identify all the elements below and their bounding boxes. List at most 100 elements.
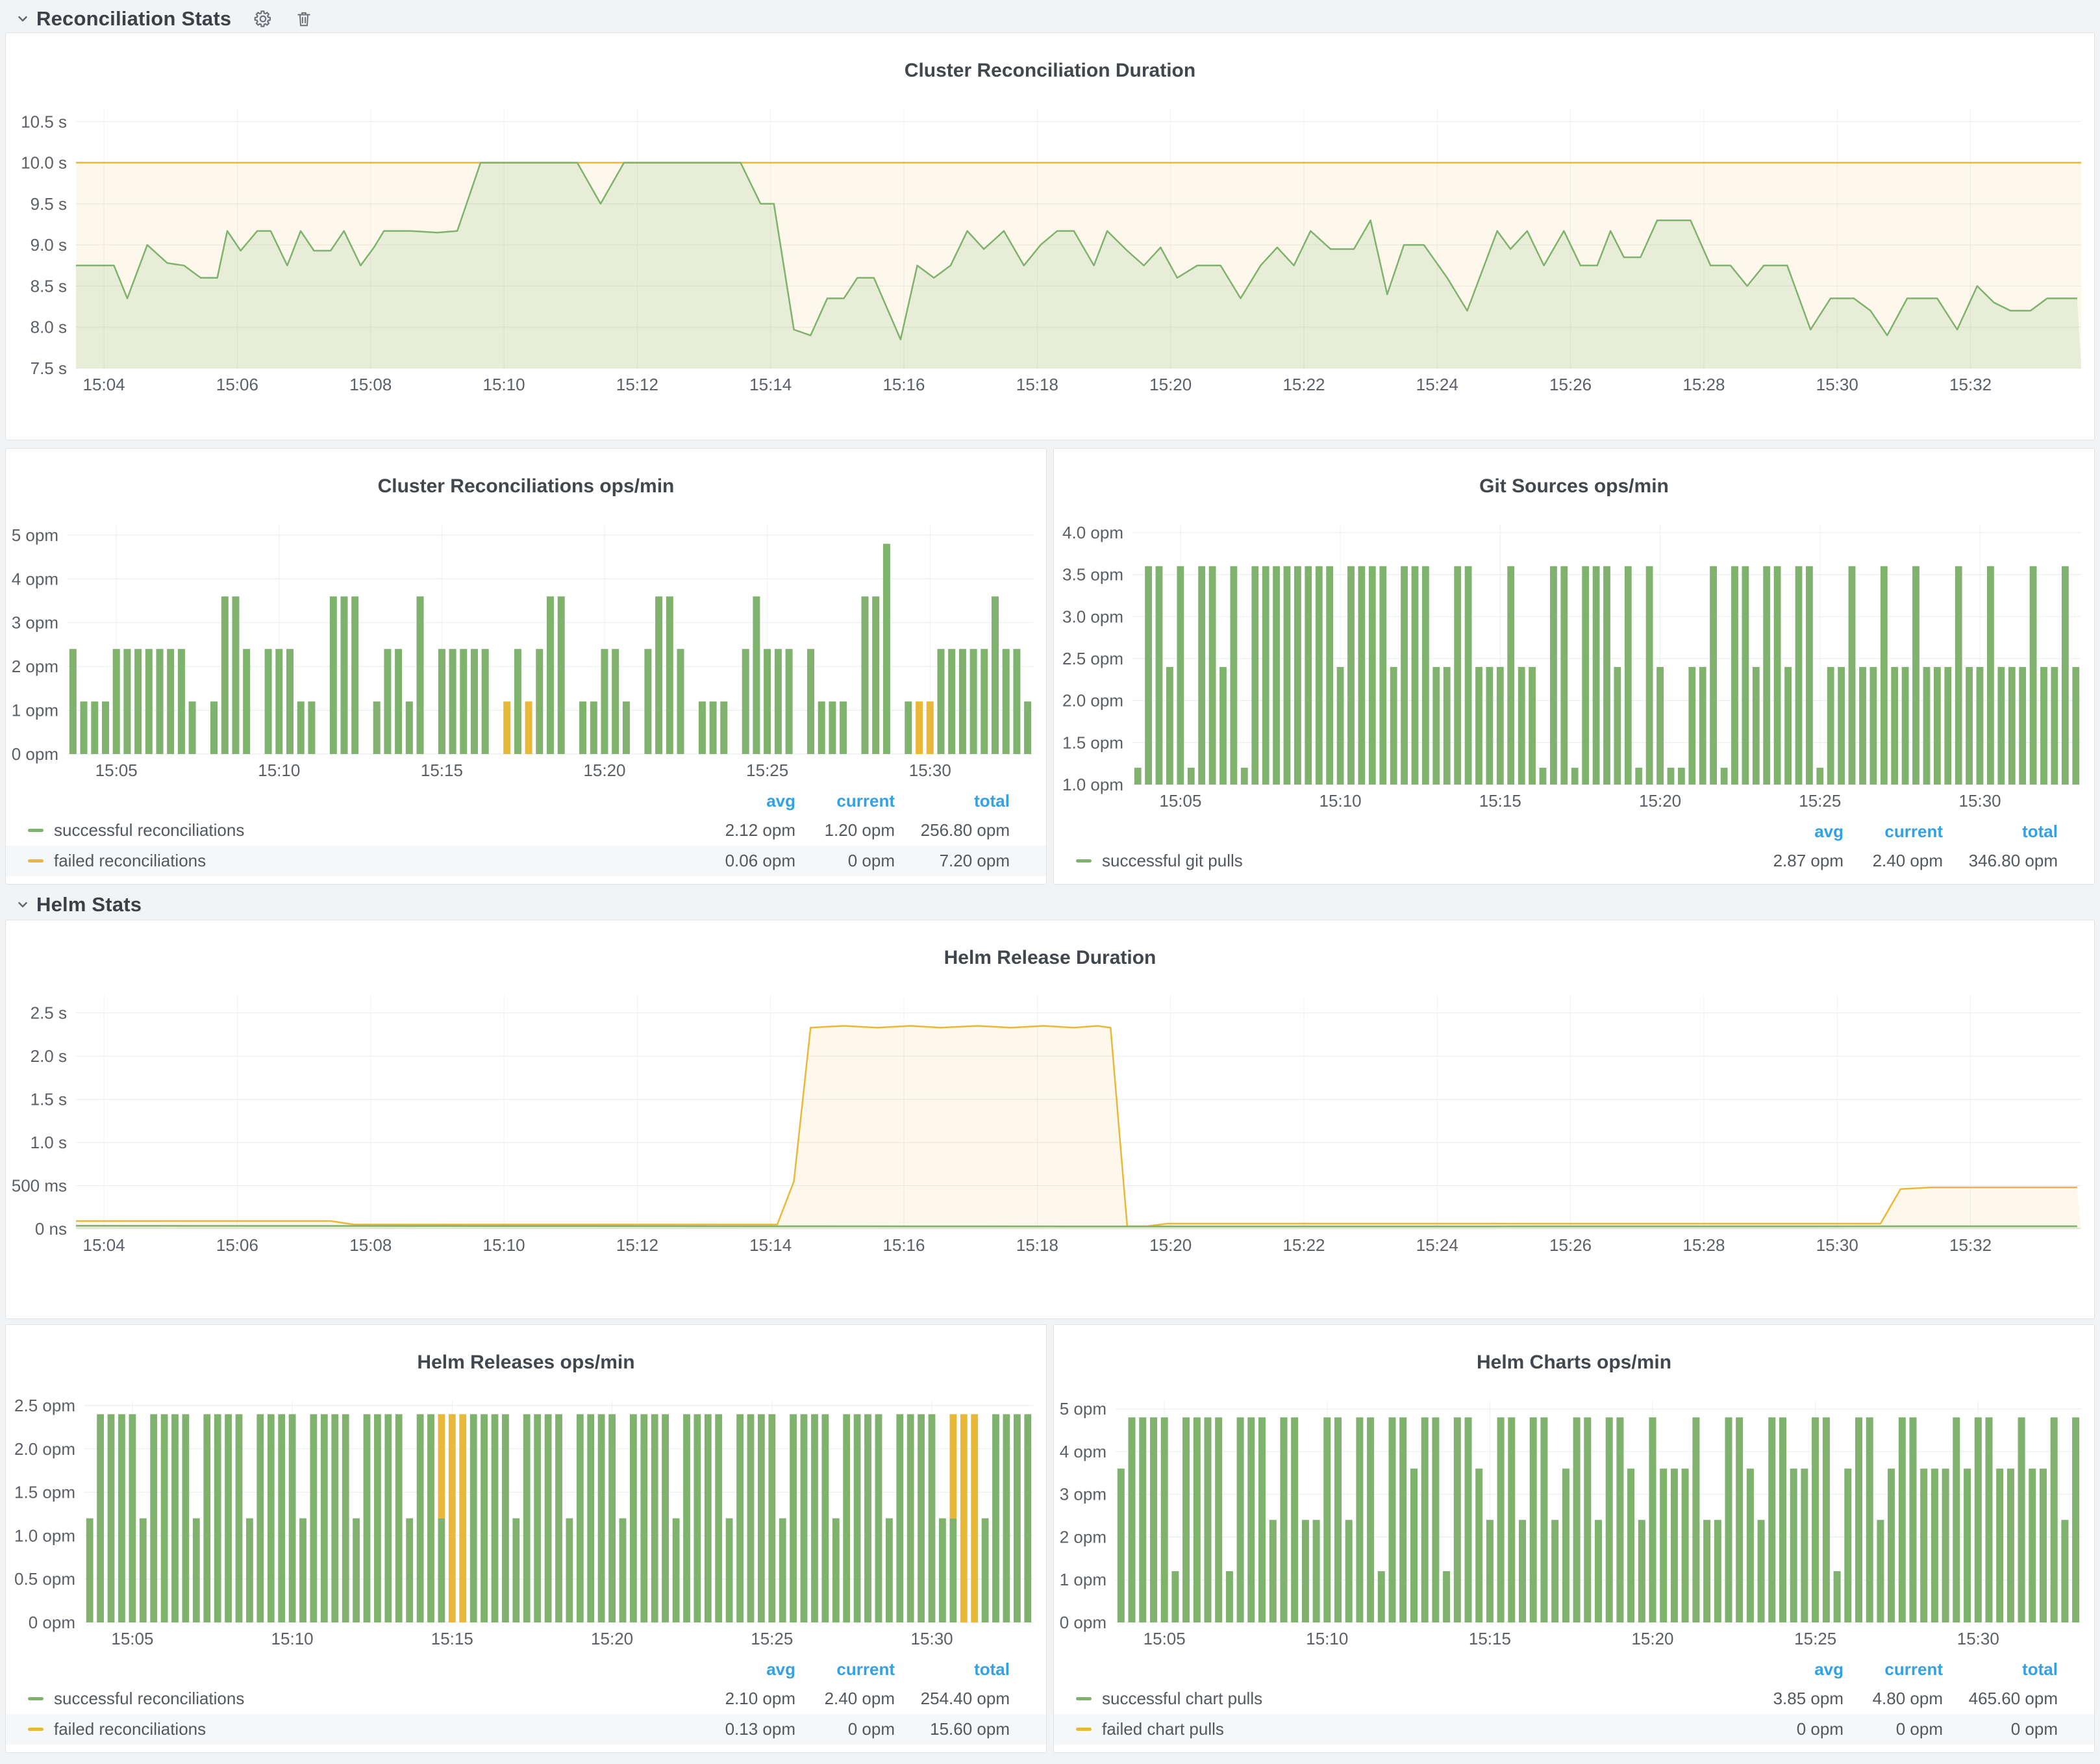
section-title[interactable]: Helm Stats [36, 893, 142, 916]
svg-text:15:06: 15:06 [216, 375, 258, 394]
svg-text:15:32: 15:32 [1949, 1235, 1992, 1255]
panel-title[interactable]: Cluster Reconciliations ops/min [6, 465, 1046, 499]
legend-col-current[interactable]: current [795, 1659, 895, 1680]
svg-text:10.0 s: 10.0 s [21, 153, 67, 172]
legend-current-value: 1.20 opm [795, 820, 895, 840]
svg-text:1.0 opm: 1.0 opm [14, 1526, 75, 1545]
helm-release-duration-chart[interactable]: 2.5 s2.0 s1.5 s1.0 s500 ms0 ns15:0415:06… [6, 987, 2094, 1259]
legend-total-value: 15.60 opm [895, 1719, 1010, 1739]
legend-col-avg[interactable]: avg [692, 791, 795, 811]
svg-text:15:25: 15:25 [751, 1629, 793, 1648]
legend-label[interactable]: successful git pulls [1102, 851, 1740, 871]
chevron-down-icon[interactable] [16, 898, 30, 912]
svg-text:15:28: 15:28 [1682, 1235, 1725, 1255]
legend-avg-value: 2.10 opm [692, 1689, 795, 1709]
svg-text:15:14: 15:14 [749, 375, 792, 394]
legend-row-successful-chart-pulls: successful chart pulls 3.85 opm 4.80 opm… [1054, 1683, 2094, 1714]
svg-text:15:10: 15:10 [271, 1629, 314, 1648]
svg-text:9.0 s: 9.0 s [31, 235, 67, 255]
cluster-reconciliations-opm-chart[interactable]: 5 opm4 opm3 opm2 opm1 opm0 opm15:0515:10… [6, 515, 1046, 784]
legend-col-avg[interactable]: avg [1740, 822, 1844, 842]
bars-failed [503, 701, 934, 754]
svg-text:15:10: 15:10 [483, 1235, 525, 1255]
series-swatch-icon [1076, 859, 1092, 863]
legend-label[interactable]: failed reconciliations [54, 1719, 692, 1739]
svg-text:15:20: 15:20 [1149, 375, 1192, 394]
svg-text:15:30: 15:30 [1957, 1629, 1999, 1648]
gear-icon[interactable] [253, 9, 273, 29]
svg-text:15:20: 15:20 [1639, 791, 1681, 811]
svg-text:15:04: 15:04 [83, 375, 125, 394]
panel-title[interactable]: Helm Release Duration [6, 937, 2094, 970]
helm-charts-opm-chart[interactable]: 5 opm4 opm3 opm2 opm1 opm0 opm15:0515:10… [1054, 1391, 2094, 1652]
legend-label[interactable]: failed chart pulls [1102, 1719, 1740, 1739]
trash-icon[interactable] [295, 9, 313, 29]
chart-svg: 2.5 s2.0 s1.5 s1.0 s500 ms0 ns15:0415:06… [6, 987, 2094, 1259]
legend-total-value: 465.60 opm [1943, 1689, 2058, 1709]
svg-text:1.5 s: 1.5 s [31, 1089, 67, 1109]
svg-text:15:22: 15:22 [1282, 1235, 1325, 1255]
svg-text:15:08: 15:08 [349, 1235, 392, 1255]
legend-avg-value: 0.13 opm [692, 1719, 795, 1739]
svg-text:15:08: 15:08 [349, 375, 392, 394]
legend-label[interactable]: failed reconciliations [54, 851, 692, 871]
svg-text:5 opm: 5 opm [1060, 1399, 1106, 1418]
legend-label[interactable]: successful reconciliations [54, 1689, 692, 1709]
svg-text:2.5 opm: 2.5 opm [14, 1396, 75, 1415]
panel-title[interactable]: Cluster Reconciliation Duration [6, 49, 2094, 83]
svg-text:15:20: 15:20 [1149, 1235, 1192, 1255]
svg-text:1.5 opm: 1.5 opm [14, 1482, 75, 1502]
svg-text:15:18: 15:18 [1016, 1235, 1058, 1255]
legend-col-current[interactable]: current [1844, 822, 1943, 842]
row-ops-charts: Cluster Reconciliations ops/min 5 opm4 o… [5, 448, 2095, 885]
svg-text:3 opm: 3 opm [12, 612, 58, 632]
bars-successful [1118, 1417, 2079, 1622]
legend-header: avg current total [6, 1655, 1046, 1683]
svg-text:3 opm: 3 opm [1060, 1484, 1106, 1504]
legend-current-value: 2.40 opm [1844, 851, 1943, 871]
svg-text:15:16: 15:16 [882, 375, 925, 394]
legend-col-current[interactable]: current [795, 791, 895, 811]
svg-text:1 opm: 1 opm [12, 700, 58, 720]
panel-title[interactable]: Helm Releases ops/min [6, 1341, 1046, 1375]
panel-title[interactable]: Git Sources ops/min [1054, 465, 2094, 499]
legend-col-total[interactable]: total [895, 791, 1010, 811]
svg-text:0 ns: 0 ns [35, 1219, 67, 1239]
svg-text:15:05: 15:05 [1159, 791, 1201, 811]
helm-releases-opm-chart[interactable]: 2.5 opm2.0 opm1.5 opm1.0 opm0.5 opm0 opm… [6, 1391, 1046, 1652]
section-header-helm-stats[interactable]: Helm Stats [5, 890, 2095, 920]
svg-text:4 opm: 4 opm [1060, 1442, 1106, 1461]
svg-text:2.0 s: 2.0 s [31, 1046, 67, 1066]
svg-text:3.0 opm: 3.0 opm [1062, 607, 1123, 626]
git-sources-opm-chart[interactable]: 4.0 opm3.5 opm3.0 opm2.5 opm2.0 opm1.5 o… [1054, 515, 2094, 814]
svg-text:2 opm: 2 opm [1060, 1527, 1106, 1546]
svg-text:15:05: 15:05 [95, 761, 138, 780]
svg-text:0.5 opm: 0.5 opm [14, 1569, 75, 1589]
chevron-down-icon[interactable] [16, 12, 30, 26]
chart-svg: 5 opm4 opm3 opm2 opm1 opm0 opm15:0515:10… [6, 515, 1046, 784]
legend-col-total[interactable]: total [895, 1659, 1010, 1680]
cluster-reconciliation-duration-chart[interactable]: 10.5 s10.0 s9.5 s9.0 s8.5 s8.0 s7.5 s15:… [6, 99, 2094, 398]
svg-text:15:10: 15:10 [483, 375, 525, 394]
legend-col-current[interactable]: current [1844, 1659, 1943, 1680]
svg-text:2.5 opm: 2.5 opm [1062, 649, 1123, 668]
section-title[interactable]: Reconciliation Stats [36, 7, 231, 31]
legend-col-total[interactable]: total [1943, 1659, 2058, 1680]
bars-successful [69, 544, 1031, 754]
legend-row-successful-git-pulls: successful git pulls 2.87 opm 2.40 opm 3… [1054, 846, 2094, 876]
panel-title[interactable]: Helm Charts ops/min [1054, 1341, 2094, 1375]
section-header-reconciliation-stats[interactable]: Reconciliation Stats [5, 5, 2095, 32]
legend-label[interactable]: successful reconciliations [54, 820, 692, 840]
svg-text:8.5 s: 8.5 s [31, 276, 67, 296]
legend-total-value: 346.80 opm [1943, 851, 2058, 871]
svg-text:15:30: 15:30 [1816, 375, 1858, 394]
svg-text:1.0 s: 1.0 s [31, 1133, 67, 1152]
series-swatch-icon [1076, 1697, 1092, 1700]
legend-row-successful-reconciliations: successful reconciliations 2.10 opm 2.40… [6, 1683, 1046, 1714]
chart-svg: 5 opm4 opm3 opm2 opm1 opm0 opm15:0515:10… [1054, 1391, 2094, 1652]
legend-col-avg[interactable]: avg [1740, 1659, 1844, 1680]
legend-col-total[interactable]: total [1943, 822, 2058, 842]
dashboard: Reconciliation Stats Cluster Reconciliat… [0, 0, 2100, 1758]
legend-col-avg[interactable]: avg [692, 1659, 795, 1680]
legend-label[interactable]: successful chart pulls [1102, 1689, 1740, 1709]
